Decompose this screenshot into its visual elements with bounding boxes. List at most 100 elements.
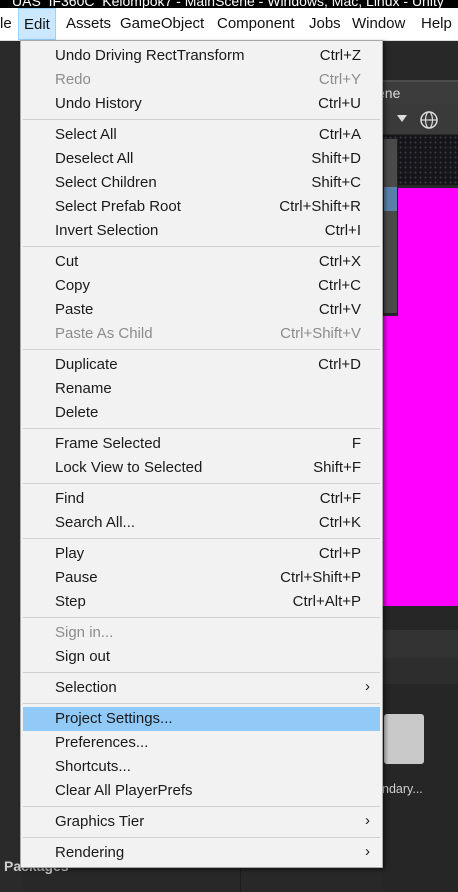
menu-separator bbox=[23, 617, 380, 618]
menu-item-label: Play bbox=[55, 545, 85, 562]
chevron-right-icon: › bbox=[365, 678, 370, 695]
menu-separator bbox=[23, 349, 380, 350]
menu-item-shortcut: Shift+F bbox=[313, 459, 361, 476]
menu-separator bbox=[23, 246, 380, 247]
menu-item-shortcut: Ctrl+D bbox=[318, 356, 361, 373]
menu-window[interactable]: Window bbox=[352, 8, 405, 40]
menu-item-label: Pause bbox=[55, 569, 98, 586]
menu-item-duplicate[interactable]: Duplicate Ctrl+D bbox=[21, 353, 382, 377]
menu-item-deselect-all[interactable]: Deselect All Shift+D bbox=[21, 147, 382, 171]
menu-jobs[interactable]: Jobs bbox=[309, 8, 341, 40]
window-title-bar: UAS_IF360C_Kelompok7 - MainScene - Windo… bbox=[0, 0, 458, 8]
chevron-right-icon: › bbox=[365, 812, 370, 829]
menu-item-frame-selected[interactable]: Frame Selected F bbox=[21, 432, 382, 456]
menu-item-clear-playerprefs[interactable]: Clear All PlayerPrefs bbox=[21, 779, 382, 803]
menu-item-label: Search All... bbox=[55, 514, 136, 531]
menu-item-rename[interactable]: Rename bbox=[21, 377, 382, 401]
menu-item-label: Project Settings... bbox=[55, 710, 173, 727]
menu-separator bbox=[23, 483, 380, 484]
menu-item-select-children[interactable]: Select Children Shift+C bbox=[21, 171, 382, 195]
menu-item-redo[interactable]: Redo Ctrl+Y bbox=[21, 68, 382, 92]
menu-item-paste-as-child[interactable]: Paste As Child Ctrl+Shift+V bbox=[21, 322, 382, 346]
menu-item-undo[interactable]: Undo Driving RectTransform Ctrl+Z bbox=[21, 44, 382, 68]
menu-item-search-all[interactable]: Search All... Ctrl+K bbox=[21, 511, 382, 535]
edit-menu-dropdown: Undo Driving RectTransform Ctrl+Z Redo C… bbox=[20, 40, 383, 868]
menu-item-shortcut: Ctrl+U bbox=[318, 95, 361, 112]
menu-item-project-settings[interactable]: Project Settings... bbox=[23, 707, 380, 731]
menu-item-shortcut: Ctrl+Shift+P bbox=[280, 569, 361, 586]
menu-item-label: Undo Driving RectTransform bbox=[55, 47, 245, 64]
menu-item-label: Rendering bbox=[55, 844, 125, 861]
project-breadcrumb-bar bbox=[383, 658, 458, 684]
menu-component[interactable]: Component bbox=[217, 8, 295, 40]
menu-item-step[interactable]: Step Ctrl+Alt+P bbox=[21, 590, 382, 614]
menu-item-rendering[interactable]: Rendering › bbox=[21, 841, 382, 865]
scene-toolbar bbox=[383, 104, 458, 134]
menu-item-label: Select Children bbox=[55, 174, 157, 191]
menu-item-label: Frame Selected bbox=[55, 435, 161, 452]
menu-assets[interactable]: Assets bbox=[66, 8, 111, 40]
menu-item-play[interactable]: Play Ctrl+P bbox=[21, 542, 382, 566]
menu-item-invert-selection[interactable]: Invert Selection Ctrl+I bbox=[21, 219, 382, 243]
menu-item-label: Duplicate bbox=[55, 356, 118, 373]
scene-view-missing-material bbox=[398, 188, 458, 606]
menu-item-shortcut: Ctrl+P bbox=[318, 545, 361, 562]
menu-item-select-all[interactable]: Select All Ctrl+A bbox=[21, 123, 382, 147]
menu-item-preferences[interactable]: Preferences... bbox=[21, 731, 382, 755]
menu-item-shortcut: Shift+D bbox=[311, 150, 361, 167]
menu-item-label: Clear All PlayerPrefs bbox=[55, 782, 193, 799]
menu-item-undo-history[interactable]: Undo History Ctrl+U bbox=[21, 92, 382, 116]
menu-item-pause[interactable]: Pause Ctrl+Shift+P bbox=[21, 566, 382, 590]
menu-item-label: Shortcuts... bbox=[55, 758, 131, 775]
menu-item-lock-view[interactable]: Lock View to Selected Shift+F bbox=[21, 456, 382, 480]
menu-bar: le Edit Assets GameObject Component Jobs… bbox=[0, 8, 458, 41]
menu-item-sign-in[interactable]: Sign in... bbox=[21, 621, 382, 645]
menu-item-copy[interactable]: Copy Ctrl+C bbox=[21, 274, 382, 298]
menu-help[interactable]: Help bbox=[421, 8, 452, 40]
scene-view-missing-material-edge bbox=[383, 316, 398, 606]
menu-item-label: Redo bbox=[55, 71, 91, 88]
menu-gameobject[interactable]: GameObject bbox=[120, 8, 204, 40]
menu-item-shortcut: Ctrl+X bbox=[318, 253, 361, 270]
menu-item-shortcut: F bbox=[351, 435, 361, 452]
menu-item-cut[interactable]: Cut Ctrl+X bbox=[21, 250, 382, 274]
menu-item-shortcut: Ctrl+K bbox=[318, 514, 361, 531]
menu-item-label: Cut bbox=[55, 253, 79, 270]
globe-icon[interactable] bbox=[419, 110, 439, 130]
menu-separator bbox=[23, 428, 380, 429]
panel-divider bbox=[240, 868, 241, 892]
menu-item-select-prefab-root[interactable]: Select Prefab Root Ctrl+Shift+R bbox=[21, 195, 382, 219]
menu-item-shortcut: Ctrl+V bbox=[318, 301, 361, 318]
menu-item-label: Select All bbox=[55, 126, 117, 143]
menu-item-shortcut: Shift+C bbox=[311, 174, 361, 191]
menu-separator bbox=[23, 837, 380, 838]
menu-item-label: Sign in... bbox=[55, 624, 114, 641]
menu-separator bbox=[23, 703, 380, 704]
menu-item-shortcut: Ctrl+Z bbox=[319, 47, 361, 64]
menu-item-shortcuts[interactable]: Shortcuts... bbox=[21, 755, 382, 779]
menu-item-graphics-tier[interactable]: Graphics Tier › bbox=[21, 810, 382, 834]
menu-item-shortcut: Ctrl+A bbox=[318, 126, 361, 143]
menu-item-delete[interactable]: Delete bbox=[21, 401, 382, 425]
menu-item-shortcut: Ctrl+I bbox=[324, 222, 361, 239]
menu-edit[interactable]: Edit bbox=[18, 8, 56, 40]
chevron-down-icon[interactable] bbox=[397, 115, 407, 123]
menu-item-label: Paste As Child bbox=[55, 325, 153, 342]
menu-item-label: Invert Selection bbox=[55, 222, 159, 239]
menu-item-sign-out[interactable]: Sign out bbox=[21, 645, 382, 669]
folder-icon[interactable] bbox=[384, 714, 424, 764]
menu-separator bbox=[23, 538, 380, 539]
menu-file[interactable]: le bbox=[0, 8, 12, 40]
menu-item-label: Graphics Tier bbox=[55, 813, 145, 830]
menu-item-paste[interactable]: Paste Ctrl+V bbox=[21, 298, 382, 322]
menu-item-label: Step bbox=[55, 593, 86, 610]
menu-item-shortcut: Ctrl+Y bbox=[318, 71, 361, 88]
menu-item-shortcut: Ctrl+Shift+V bbox=[280, 325, 361, 342]
scene-overlay-toolbar[interactable] bbox=[383, 138, 398, 314]
menu-item-shortcut: Ctrl+Shift+R bbox=[279, 198, 361, 215]
menu-item-selection[interactable]: Selection › bbox=[21, 676, 382, 700]
menu-item-find[interactable]: Find Ctrl+F bbox=[21, 487, 382, 511]
menu-item-shortcut: Ctrl+Alt+P bbox=[292, 593, 361, 610]
menu-item-label: Paste bbox=[55, 301, 94, 318]
menu-item-label: Find bbox=[55, 490, 85, 507]
